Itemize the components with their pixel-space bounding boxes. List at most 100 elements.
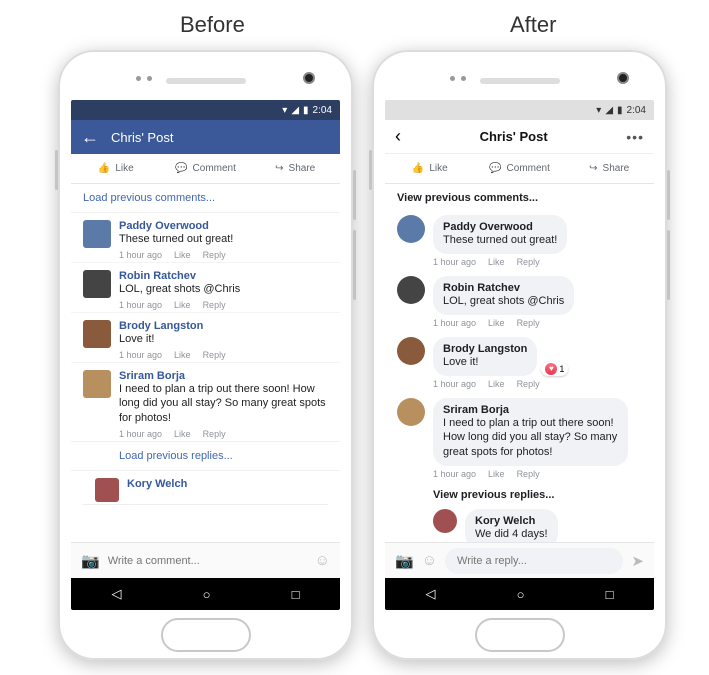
comment-item: Robin Ratchev LOL, great shots @Chris 1 …: [71, 263, 340, 313]
avatar: [433, 509, 457, 533]
nav-recent-icon[interactable]: □: [606, 587, 614, 602]
load-previous-replies[interactable]: Load previous replies...: [71, 441, 340, 471]
like-link[interactable]: Like: [488, 318, 505, 328]
like-link[interactable]: Like: [174, 300, 191, 310]
status-bar: ▾ ◢ ▮ 2:04: [71, 100, 340, 120]
nav-home-icon[interactable]: ○: [203, 587, 211, 602]
emoji-icon[interactable]: ☺: [315, 552, 330, 569]
comment-input[interactable]: [108, 555, 307, 567]
comment-item: Robin Ratchev LOL, great shots @Chris 1 …: [385, 269, 654, 330]
like-link[interactable]: Like: [488, 469, 505, 479]
android-navbar: ◁ ○ □: [71, 578, 340, 610]
comment-name[interactable]: Paddy Overwood: [443, 221, 557, 233]
action-row: 👍Like 💬Comment ↪Share: [385, 154, 654, 184]
composer: 📷 ☺ ➤: [385, 542, 654, 578]
comment-meta: 1 hour agoLikeReply: [119, 350, 328, 360]
avatar: [397, 276, 425, 304]
like-icon: 👍: [98, 163, 110, 174]
comment-name[interactable]: Robin Ratchev: [119, 270, 328, 282]
header: ← Chris' Post: [71, 120, 340, 154]
page-title: Chris' Post: [401, 129, 626, 144]
comment-name[interactable]: Sriram Borja: [119, 370, 328, 382]
view-previous-comments[interactable]: View previous comments...: [385, 184, 654, 208]
reply-link[interactable]: Reply: [517, 469, 540, 479]
like-link[interactable]: Like: [488, 257, 505, 267]
more-icon[interactable]: •••: [626, 129, 644, 145]
reply-link[interactable]: Reply: [517, 379, 540, 389]
avatar: [83, 220, 111, 248]
comment-meta: 1 hour agoLikeReply: [433, 379, 642, 389]
share-icon: ↪: [589, 163, 597, 174]
comment-text: I need to plan a trip out there soon! Ho…: [119, 382, 328, 427]
android-navbar: ◁ ○ □: [385, 578, 654, 610]
camera-icon[interactable]: 📷: [395, 552, 414, 570]
emoji-icon[interactable]: ☺: [422, 552, 437, 569]
avatar: [83, 270, 111, 298]
share-button[interactable]: ↪Share: [250, 154, 340, 183]
like-link[interactable]: Like: [174, 350, 191, 360]
comment-meta: 1 hour agoLikeReply: [433, 318, 642, 328]
share-icon: ↪: [275, 163, 283, 174]
comment-name[interactable]: Brody Langston: [119, 320, 328, 332]
comment-text: LOL, great shots @Chris: [119, 282, 328, 297]
avatar: [397, 215, 425, 243]
phone-before: ▾ ◢ ▮ 2:04 ← Chris' Post 👍Like 💬Comment …: [58, 50, 353, 660]
comment-text: These turned out great!: [119, 232, 328, 247]
partial-comment: Kory Welch: [83, 471, 328, 505]
like-link[interactable]: Like: [174, 250, 191, 260]
home-button[interactable]: [475, 618, 565, 652]
like-link[interactable]: Like: [174, 429, 191, 439]
signal-icon: ◢: [605, 105, 613, 116]
comment-meta: 1 hour agoLikeReply: [119, 300, 328, 310]
send-icon[interactable]: ➤: [631, 552, 644, 570]
status-bar: ▾ ◢ ▮ 2:04: [385, 100, 654, 120]
comment-name[interactable]: Sriram Borja: [443, 404, 618, 416]
nav-back-icon[interactable]: ◁: [112, 586, 122, 602]
camera-icon[interactable]: 📷: [81, 552, 100, 570]
battery-icon: ▮: [617, 105, 623, 116]
status-time: 2:04: [627, 105, 646, 116]
comment-icon: 💬: [175, 163, 187, 174]
reply-text: We did 4 days!: [475, 527, 548, 542]
status-time: 2:04: [313, 105, 332, 116]
comment-item: Paddy Overwood These turned out great! 1…: [71, 213, 340, 263]
comment-name[interactable]: Brody Langston: [443, 343, 527, 355]
comment-icon: 💬: [489, 163, 501, 174]
reply-link[interactable]: Reply: [203, 350, 226, 360]
comment-meta: 1 hour agoLikeReply: [433, 469, 642, 479]
comment-text: These turned out great!: [443, 233, 557, 248]
signal-icon: ◢: [291, 105, 299, 116]
reply-link[interactable]: Reply: [203, 429, 226, 439]
like-link[interactable]: Like: [488, 379, 505, 389]
load-previous-comments[interactable]: Load previous comments...: [71, 184, 340, 213]
reply-link[interactable]: Reply: [203, 250, 226, 260]
label-after: After: [510, 12, 556, 38]
reply-link[interactable]: Reply: [517, 257, 540, 267]
comment-name[interactable]: Robin Ratchev: [443, 282, 564, 294]
like-button[interactable]: 👍Like: [385, 154, 475, 183]
comment-text: I need to plan a trip out there soon! Ho…: [443, 416, 618, 461]
comment-meta: 1 hour agoLikeReply: [119, 429, 328, 439]
reply-input[interactable]: [445, 548, 623, 574]
home-button[interactable]: [161, 618, 251, 652]
comment-button[interactable]: 💬Comment: [475, 154, 565, 183]
comment-text: LOL, great shots @Chris: [443, 294, 564, 309]
reaction-badge[interactable]: ♥1: [541, 362, 568, 376]
nav-home-icon[interactable]: ○: [517, 587, 525, 602]
back-icon[interactable]: ←: [81, 127, 99, 148]
comment-item: Paddy Overwood These turned out great! 1…: [385, 208, 654, 269]
comment-button[interactable]: 💬Comment: [161, 154, 251, 183]
like-button[interactable]: 👍Like: [71, 154, 161, 183]
avatar: [397, 337, 425, 365]
comment-text: Love it!: [119, 332, 328, 347]
reply-link[interactable]: Reply: [517, 318, 540, 328]
share-button[interactable]: ↪Share: [564, 154, 654, 183]
nav-back-icon[interactable]: ◁: [426, 586, 436, 602]
nav-recent-icon[interactable]: □: [292, 587, 300, 602]
header: ‹ Chris' Post •••: [385, 120, 654, 154]
comment-name[interactable]: Paddy Overwood: [119, 220, 328, 232]
avatar: [397, 398, 425, 426]
comment-text: Love it!: [443, 355, 527, 370]
reply-link[interactable]: Reply: [203, 300, 226, 310]
view-previous-replies[interactable]: View previous replies...: [421, 481, 654, 505]
